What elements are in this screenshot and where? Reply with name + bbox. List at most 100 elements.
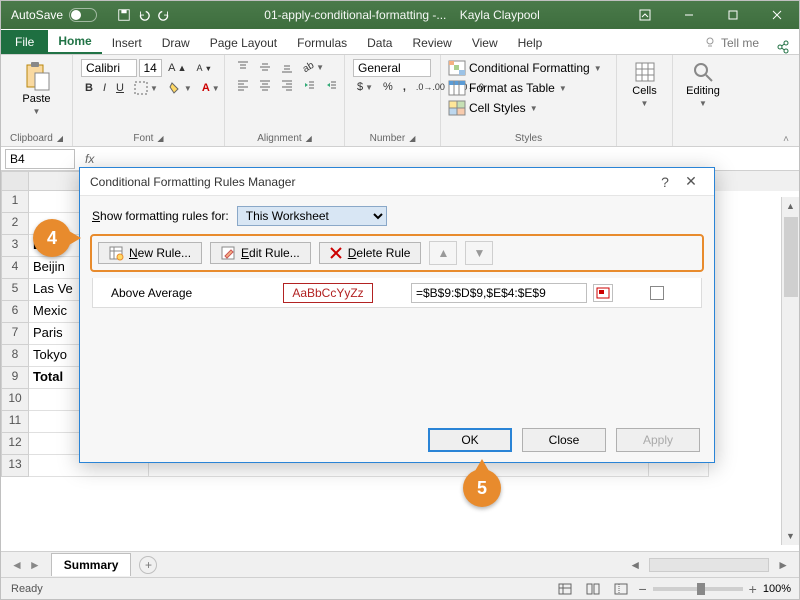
font-name-select[interactable]: Calibri — [81, 59, 137, 77]
format-as-table-button[interactable]: Format as Table▼ — [449, 79, 608, 97]
range-picker-icon[interactable] — [593, 284, 613, 302]
tab-help[interactable]: Help — [508, 32, 553, 54]
zoom-in-button[interactable]: + — [749, 581, 757, 597]
border-button[interactable]: ▼ — [130, 79, 162, 97]
save-icon[interactable] — [117, 8, 131, 22]
row-header[interactable]: 11 — [1, 411, 29, 433]
vertical-scrollbar[interactable]: ▲ ▼ — [781, 197, 799, 545]
autosave-toggle[interactable] — [69, 8, 97, 22]
zoom-out-button[interactable]: − — [638, 581, 646, 597]
normal-view-icon[interactable] — [554, 581, 576, 597]
close-button[interactable] — [755, 1, 799, 29]
maximize-button[interactable] — [711, 1, 755, 29]
dialog-launcher-icon[interactable]: ◢ — [306, 134, 312, 143]
move-down-button[interactable]: ▼ — [465, 241, 493, 265]
edit-rule-button[interactable]: Edit Rule... — [210, 242, 311, 264]
align-right-button[interactable] — [277, 77, 297, 93]
cell-styles-button[interactable]: Cell Styles▼ — [449, 99, 608, 117]
tab-draw[interactable]: Draw — [152, 32, 200, 54]
zoom-slider[interactable] — [653, 587, 743, 591]
tab-data[interactable]: Data — [357, 32, 402, 54]
tell-me-search[interactable]: Tell me — [695, 32, 767, 54]
apply-button[interactable]: Apply — [616, 428, 700, 452]
bold-button[interactable]: B — [81, 80, 97, 96]
scroll-thumb[interactable] — [784, 217, 798, 297]
font-color-button[interactable]: A▼ — [198, 80, 224, 96]
ribbon-options-button[interactable] — [623, 1, 667, 29]
hscroll-left-icon[interactable]: ◄ — [629, 558, 641, 572]
new-rule-button[interactable]: New Rule... — [98, 242, 202, 264]
dialog-launcher-icon[interactable]: ◢ — [57, 134, 63, 143]
row-header[interactable]: 9 — [1, 367, 29, 389]
align-left-button[interactable] — [233, 77, 253, 93]
align-bottom-button[interactable] — [277, 59, 297, 75]
decrease-indent-button[interactable] — [299, 77, 319, 93]
increase-indent-button[interactable] — [321, 77, 341, 93]
show-rules-for-select[interactable]: This Worksheet — [237, 206, 387, 226]
row-header[interactable]: 5 — [1, 279, 29, 301]
currency-button[interactable]: $▼ — [353, 79, 377, 95]
tab-insert[interactable]: Insert — [102, 32, 152, 54]
page-layout-view-icon[interactable] — [582, 581, 604, 597]
row-header[interactable]: 8 — [1, 345, 29, 367]
name-box[interactable]: B4 — [5, 149, 75, 169]
orientation-button[interactable]: ab▼ — [299, 60, 328, 75]
dialog-close-button[interactable]: ✕ — [678, 173, 704, 190]
hscroll-right-icon[interactable]: ► — [777, 558, 789, 572]
stop-if-true-checkbox[interactable] — [650, 286, 664, 300]
cells-button[interactable]: Cells ▼ — [625, 59, 664, 110]
row-header[interactable]: 6 — [1, 301, 29, 323]
zoom-level[interactable]: 100% — [763, 583, 791, 595]
prev-sheet-icon[interactable]: ◄ — [11, 558, 23, 572]
row-header[interactable]: 7 — [1, 323, 29, 345]
move-up-button[interactable]: ▲ — [429, 241, 457, 265]
new-sheet-button[interactable]: + — [139, 556, 157, 574]
percent-button[interactable]: % — [379, 79, 397, 95]
row-header[interactable]: 3 — [1, 235, 29, 257]
fill-color-button[interactable]: ▼ — [164, 79, 196, 97]
help-button[interactable]: ? — [652, 174, 678, 190]
redo-icon[interactable] — [157, 8, 171, 22]
decrease-font-button[interactable]: A▼ — [193, 61, 216, 75]
fx-icon[interactable]: fx — [79, 152, 100, 166]
increase-font-button[interactable]: A▲ — [164, 60, 190, 76]
tab-page-layout[interactable]: Page Layout — [200, 32, 287, 54]
collapse-ribbon-icon[interactable]: ˄ — [783, 134, 789, 145]
rule-row[interactable]: Above Average AaBbCcYyZz =$B$9:$D$9,$E$4… — [92, 278, 702, 308]
align-top-button[interactable] — [233, 59, 253, 75]
scroll-up-icon[interactable]: ▲ — [782, 197, 799, 215]
ok-button[interactable]: OK — [428, 428, 512, 452]
minimize-button[interactable] — [667, 1, 711, 29]
delete-rule-button[interactable]: Delete Rule — [319, 242, 422, 264]
next-sheet-icon[interactable]: ► — [29, 558, 41, 572]
row-header[interactable]: 1 — [1, 191, 29, 213]
tab-file[interactable]: File — [1, 30, 48, 54]
tab-review[interactable]: Review — [402, 32, 461, 54]
paste-button[interactable]: Paste ▼ — [9, 59, 64, 118]
page-break-view-icon[interactable] — [610, 581, 632, 597]
row-header[interactable]: 2 — [1, 213, 29, 235]
scroll-down-icon[interactable]: ▼ — [782, 527, 799, 545]
sheet-tab-summary[interactable]: Summary — [51, 553, 132, 576]
close-button[interactable]: Close — [522, 428, 606, 452]
row-header[interactable]: 4 — [1, 257, 29, 279]
font-size-select[interactable]: 14 — [139, 59, 163, 77]
applies-to-input[interactable]: =$B$9:$D$9,$E$4:$E$9 — [411, 283, 587, 303]
dialog-launcher-icon[interactable]: ◢ — [157, 134, 163, 143]
align-center-button[interactable] — [255, 77, 275, 93]
dialog-launcher-icon[interactable]: ◢ — [409, 134, 415, 143]
conditional-formatting-button[interactable]: Conditional Formatting▼ — [449, 59, 608, 77]
number-format-select[interactable]: General — [353, 59, 431, 77]
comma-button[interactable]: , — [399, 79, 410, 95]
undo-icon[interactable] — [137, 8, 151, 22]
row-header[interactable]: 13 — [1, 455, 29, 477]
tab-view[interactable]: View — [462, 32, 508, 54]
align-middle-button[interactable] — [255, 59, 275, 75]
editing-button[interactable]: Editing ▼ — [681, 59, 725, 110]
share-button[interactable] — [767, 40, 799, 54]
tab-home[interactable]: Home — [48, 30, 101, 54]
italic-button[interactable]: I — [99, 80, 110, 96]
underline-button[interactable]: U — [112, 80, 128, 96]
row-header[interactable]: 10 — [1, 389, 29, 411]
tab-formulas[interactable]: Formulas — [287, 32, 357, 54]
